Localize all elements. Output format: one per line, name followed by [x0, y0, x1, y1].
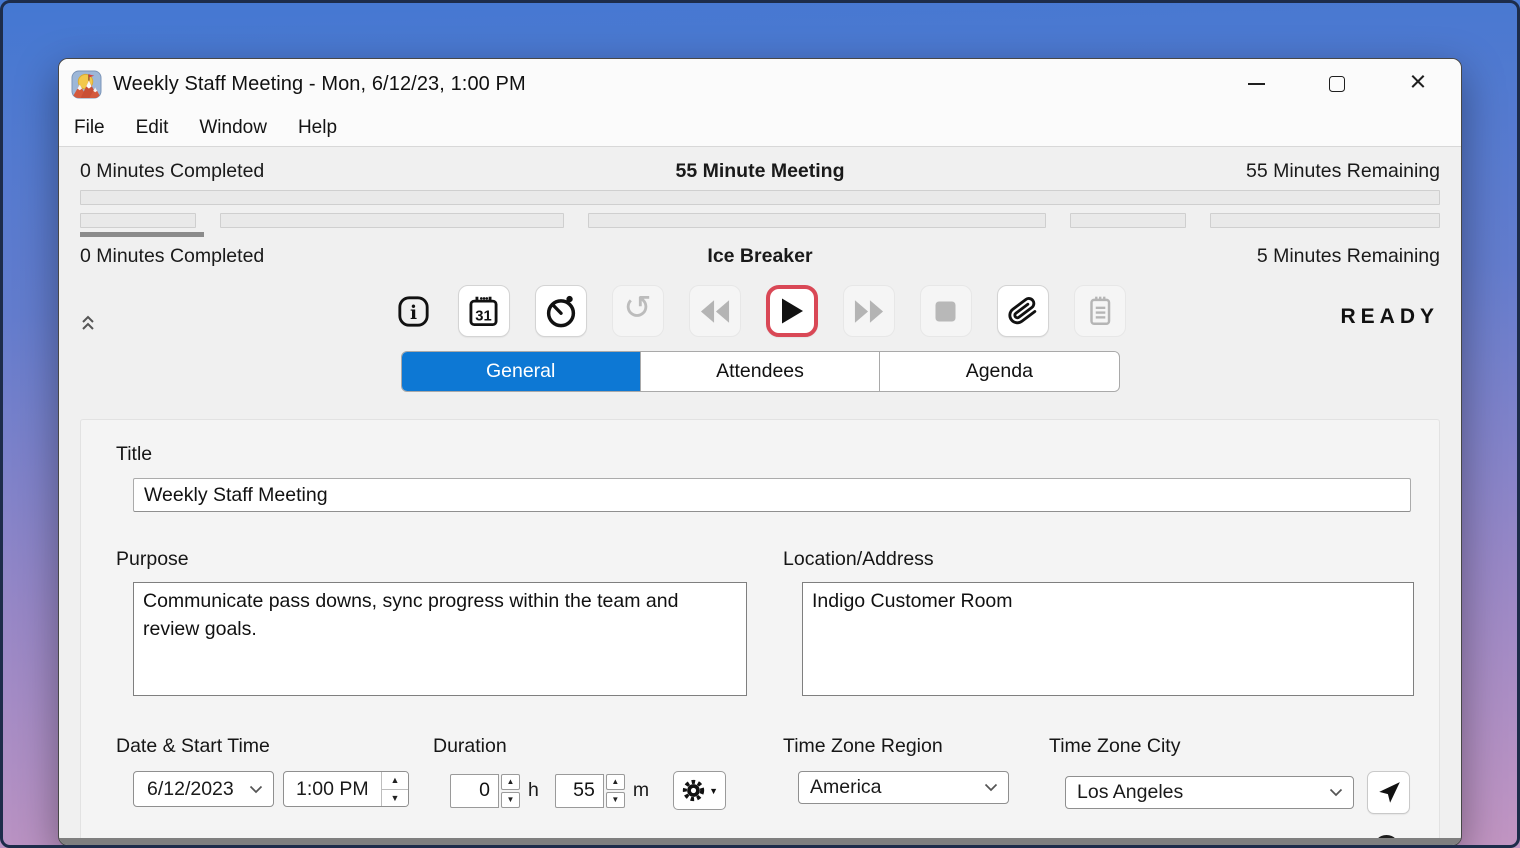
calendar-button[interactable]: 31	[458, 285, 510, 337]
play-button[interactable]	[766, 285, 818, 337]
time-down-button[interactable]: ▼	[382, 790, 408, 807]
window-title: Weekly Staff Meeting - Mon, 6/12/23, 1:0…	[113, 73, 526, 96]
close-icon: ×	[1410, 68, 1427, 97]
gear-icon	[681, 778, 706, 803]
paperclip-icon	[1006, 294, 1040, 328]
timer-button[interactable]	[535, 285, 587, 337]
svg-text:31: 31	[475, 308, 491, 324]
reset-button: ↺	[612, 285, 664, 337]
titlebar: Weekly Staff Meeting - Mon, 6/12/23, 1:0…	[59, 59, 1461, 109]
hours-up-button[interactable]: ▲	[501, 774, 520, 790]
app-icon	[71, 70, 102, 99]
maximize-button[interactable]	[1322, 69, 1352, 99]
progress-segment	[588, 213, 1046, 228]
time-spinner[interactable]: 1:00 PM ▲ ▼	[283, 771, 409, 807]
current-item-labels: 0 Minutes Completed Ice Breaker 5 Minute…	[80, 245, 1440, 268]
info-icon: i	[396, 294, 431, 329]
datetime-label: Date & Start Time	[116, 735, 433, 758]
minutes-down-button[interactable]: ▼	[606, 792, 625, 808]
current-item-label: Ice Breaker	[80, 245, 1440, 268]
time-value: 1:00 PM	[284, 772, 381, 806]
progress-segment	[1210, 213, 1440, 228]
gear-dropdown-arrow-icon: ▼	[709, 786, 718, 796]
notes-icon	[1083, 294, 1117, 328]
title-label: Title	[116, 443, 1439, 466]
chevron-down-icon	[249, 785, 263, 794]
progress-segment	[220, 213, 564, 228]
meeting-progress-bar	[80, 190, 1440, 205]
tab-general[interactable]: General	[402, 352, 640, 391]
date-dropdown[interactable]: 6/12/2023	[133, 771, 274, 807]
fast-forward-icon	[854, 300, 884, 323]
menubar: File Edit Window Help	[59, 109, 1461, 147]
date-value: 6/12/2023	[147, 778, 234, 801]
title-input[interactable]	[133, 478, 1411, 512]
stop-button	[920, 285, 972, 337]
overall-progress-labels: 0 Minutes Completed 55 Minute Meeting 55…	[80, 160, 1440, 183]
chevron-down-icon	[984, 783, 998, 792]
tz-city-value: Los Angeles	[1077, 781, 1183, 804]
rewind-icon	[700, 300, 730, 323]
maximize-icon	[1329, 76, 1345, 92]
duration-hours-input[interactable]	[450, 774, 499, 808]
agenda-segment-bar	[80, 213, 1440, 228]
navigation-arrow-icon	[1376, 780, 1402, 806]
minimize-button[interactable]	[1241, 69, 1271, 99]
purpose-textarea[interactable]: Communicate pass downs, sync progress wi…	[133, 582, 747, 696]
tz-city-label: Time Zone City	[1049, 735, 1439, 758]
menu-file[interactable]: File	[72, 115, 107, 141]
tz-region-select[interactable]: America	[798, 771, 1009, 804]
time-up-button[interactable]: ▲	[382, 772, 408, 790]
hours-unit-label: h	[528, 779, 539, 802]
menu-help[interactable]: Help	[296, 115, 339, 141]
menu-edit[interactable]: Edit	[134, 115, 171, 141]
minimize-icon	[1248, 83, 1265, 85]
general-tab-panel: Title Purpose Communicate pass downs, sy…	[80, 419, 1440, 843]
menu-window[interactable]: Window	[197, 115, 269, 141]
progress-segment	[1070, 213, 1186, 228]
meeting-length-label: 55 Minute Meeting	[80, 160, 1440, 183]
stop-icon	[935, 301, 956, 322]
duration-options-button[interactable]: ▼	[673, 771, 726, 810]
tab-agenda[interactable]: Agenda	[879, 352, 1118, 391]
detect-timezone-button[interactable]	[1367, 771, 1410, 814]
purpose-label: Purpose	[116, 548, 747, 571]
location-textarea[interactable]: Indigo Customer Room	[802, 582, 1414, 696]
svg-text:i: i	[410, 303, 417, 324]
toolbar: i 31	[80, 283, 1440, 339]
attachment-button[interactable]	[997, 285, 1049, 337]
reset-icon: ↺	[623, 291, 652, 325]
close-button[interactable]: ×	[1403, 69, 1433, 99]
location-label: Location/Address	[783, 548, 1414, 571]
notes-button	[1074, 285, 1126, 337]
chevrons-up-icon[interactable]	[81, 315, 95, 331]
tab-attendees[interactable]: Attendees	[640, 352, 879, 391]
progress-segment-current	[80, 213, 196, 228]
calendar-31-icon: 31	[466, 294, 501, 329]
fast-forward-button	[843, 285, 895, 337]
rewind-button	[689, 285, 741, 337]
play-icon	[780, 298, 804, 324]
status-badge: READY	[1340, 305, 1439, 329]
tz-region-value: America	[810, 776, 882, 799]
duration-minutes-input[interactable]	[555, 774, 604, 808]
info-button[interactable]: i	[395, 285, 433, 337]
stopwatch-icon	[543, 293, 579, 329]
hours-down-button[interactable]: ▼	[501, 792, 520, 808]
tab-bar: General Attendees Agenda	[401, 351, 1120, 392]
duration-label: Duration	[433, 735, 783, 758]
bottom-divider	[59, 838, 1461, 845]
app-window: Weekly Staff Meeting - Mon, 6/12/23, 1:0…	[58, 58, 1462, 846]
tz-city-select[interactable]: Los Angeles	[1065, 776, 1354, 809]
chevron-down-icon	[1329, 788, 1343, 797]
minutes-up-button[interactable]: ▲	[606, 774, 625, 790]
tz-region-label: Time Zone Region	[783, 735, 1049, 758]
minutes-unit-label: m	[633, 779, 649, 802]
